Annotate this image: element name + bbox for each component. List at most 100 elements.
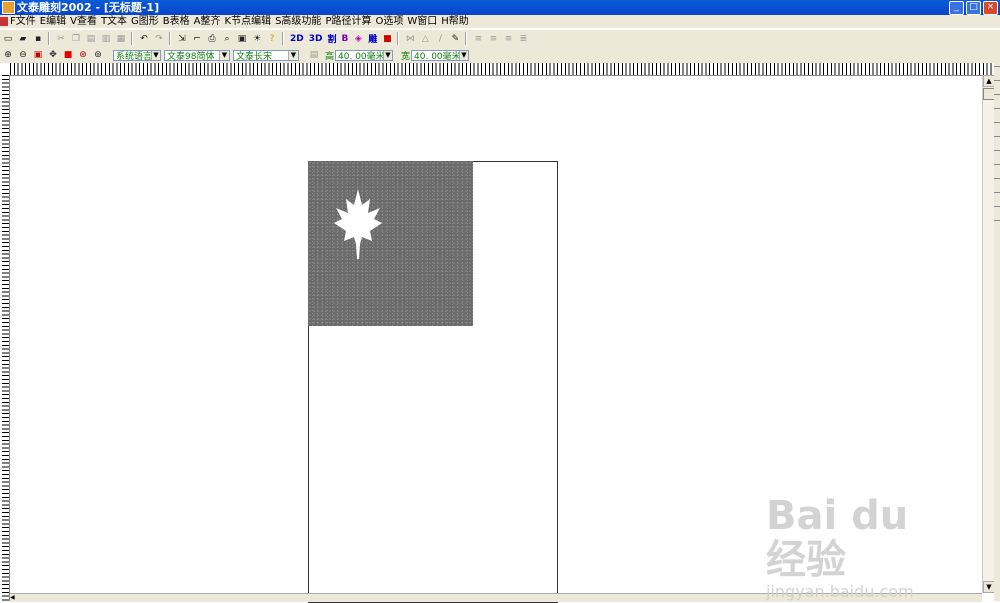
separator [465,32,468,45]
close-button[interactable]: × [983,1,998,15]
watermark-url: jingyan.baidu.com [766,582,914,601]
toolbox-button[interactable] [994,206,1000,217]
toolbox-button[interactable] [994,66,1000,77]
main-toolbar: ▭ ▰ ▪ ✂ ❐ ▤ ▥ ▦ ↶ ↷ ⇲ ⌐ ⎙ ⌕ ▣ ☀ ? 2D 3D … [0,29,1000,47]
lightbulb-icon[interactable]: ☀ [250,31,264,46]
toolbox-button[interactable] [994,108,1000,119]
cut-icon[interactable]: ✂ [54,31,68,46]
zoom-in-icon[interactable]: ⊕ [1,48,15,62]
cut-mode-button[interactable]: 割 [325,31,339,46]
copy-icon[interactable]: ❐ [69,31,83,46]
open-folder-icon[interactable]: ▰ [16,31,30,46]
frame-icon[interactable]: ▣ [235,31,249,46]
outline-icon[interactable]: ⌐ [190,31,204,46]
toolbox-button[interactable] [994,150,1000,161]
chinese-font-value: 文泰98简体 [167,51,215,62]
menu-window[interactable]: W窗口 [407,15,441,28]
print-preview-icon[interactable]: ⌕ [220,31,234,46]
toolbox-button[interactable] [994,94,1000,105]
menu-advanced[interactable]: S高级功能 [275,15,325,28]
menu-node-edit[interactable]: K节点编辑 [225,15,276,28]
height-value: 40. 00毫米 [338,51,383,62]
horizontal-ruler [0,63,1000,76]
align-left-icon[interactable]: ≡ [471,31,486,46]
undo-icon[interactable]: ↶ [137,31,151,46]
menu-text[interactable]: T文本 [101,15,131,28]
chinese-font-select[interactable]: 文泰98简体 ▼ [164,49,230,62]
toolbox-button[interactable] [994,192,1000,203]
chevron-down-icon[interactable]: ▼ [288,50,298,60]
toolbox-button[interactable] [994,80,1000,91]
print-icon[interactable]: ⎙ [205,31,219,46]
selected-graphic[interactable] [308,161,473,326]
zoom-page-icon[interactable]: ▣ [31,48,45,62]
engrave-icon[interactable]: ◈ [351,31,366,46]
toolbox-button[interactable] [994,220,1000,231]
export-icon[interactable]: ⇲ [175,31,189,46]
menu-file[interactable]: F文件 [10,15,40,28]
slash-icon[interactable]: / [433,31,448,46]
language-select[interactable]: 系统语言 ▼ [113,49,161,62]
carve-mode-button[interactable]: 雕 [366,31,380,46]
bold-mode-button[interactable]: B [339,31,351,46]
menu-edit[interactable]: E编辑 [40,15,70,28]
english-font-select[interactable]: 文泰长宋 ▼ [233,49,299,62]
english-font-value: 文泰长宋 [236,51,273,62]
menu-graphics[interactable]: G图形 [131,15,163,28]
mode-3d-button[interactable]: 3D [306,31,325,46]
chevron-down-icon[interactable]: ▼ [458,50,469,60]
height-label: 高 [325,51,335,62]
separator [397,32,400,45]
edit-box-icon[interactable]: ✎ [448,31,463,46]
redo-icon[interactable]: ↷ [152,31,166,46]
triangle-icon[interactable]: △ [418,31,433,46]
separator [282,32,284,45]
menu-options[interactable]: O选项 [375,15,407,28]
width-field[interactable]: 40. 00毫米 ▼ [411,49,470,62]
help-icon[interactable]: ? [265,31,279,46]
toolbox-button[interactable] [994,178,1000,189]
window-controls: _ □ × [949,1,998,15]
chevron-down-icon[interactable]: ▼ [150,50,160,60]
height-field[interactable]: 40. 00毫米 ▼ [335,49,394,62]
menu-view[interactable]: V查看 [70,15,101,28]
menu-app-icon[interactable] [0,17,8,26]
color-swatch-icon[interactable]: ■ [380,31,395,46]
format-icon[interactable]: ▦ [114,31,128,46]
width-value: 40. 00毫米 [414,51,459,62]
mode-2d-button[interactable]: 2D [288,31,306,46]
title-bar: 文泰雕刻2002 - [无标题-1] _ □ × [0,0,1000,15]
vertical-ruler [0,75,10,601]
minimize-button[interactable]: _ [949,1,964,15]
window-title: 文泰雕刻2002 - [无标题-1] [17,1,160,14]
paste-icon[interactable]: ▤ [84,31,98,46]
align-center-icon[interactable]: ≡ [486,31,501,46]
toolbox-button[interactable] [994,136,1000,147]
stop-icon[interactable]: ■ [61,48,75,62]
zoom-select-icon[interactable]: ⊛ [76,48,90,62]
toolbox-button[interactable] [994,122,1000,133]
mirror-icon[interactable]: ⋈ [403,31,418,46]
toolbox-button[interactable] [994,164,1000,175]
width-label: 宽 [401,51,411,62]
lock-ratio-icon[interactable]: ▤ [307,48,321,62]
clone-icon[interactable]: ▥ [99,31,113,46]
maximize-button[interactable]: □ [966,1,981,15]
separator [48,32,50,45]
align-right-icon[interactable]: ≡ [501,31,516,46]
save-icon[interactable]: ▪ [31,31,45,46]
new-file-icon[interactable]: ▭ [1,31,15,46]
right-toolbox [994,63,1000,601]
zoom-out-icon[interactable]: ⊖ [16,48,30,62]
menu-path-calc[interactable]: P路径计算 [325,15,375,28]
align-justify-icon[interactable]: ≣ [516,31,531,46]
pan-icon[interactable]: ✥ [46,48,60,62]
menu-table[interactable]: B表格 [163,15,194,28]
menu-align[interactable]: A整齐 [194,15,225,28]
maple-leaf-icon [334,189,382,259]
format-toolbar: ⊕ ⊖ ▣ ✥ ■ ⊛ ⊚ 系统语言 ▼ 文泰98简体 ▼ 文泰长宋 ▼ ▤ 高… [0,47,1000,63]
zoom-all-icon[interactable]: ⊚ [91,48,105,62]
chevron-down-icon[interactable]: ▼ [219,50,229,60]
menu-help[interactable]: H帮助 [441,15,473,28]
chevron-down-icon[interactable]: ▼ [382,50,393,60]
